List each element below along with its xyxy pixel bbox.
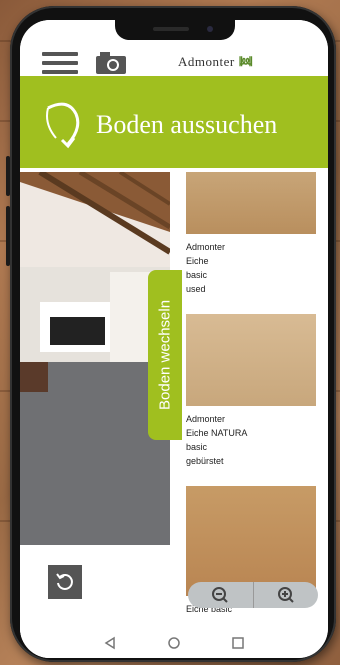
camera-icon[interactable] (96, 52, 126, 74)
home-button[interactable] (167, 636, 181, 650)
floor-brand: Admonter (186, 242, 226, 252)
change-floor-tab[interactable]: Boden wechseln (148, 270, 182, 440)
floor-item[interactable]: Admonter Eiche basic used (186, 172, 328, 296)
zoom-out-icon (212, 587, 228, 603)
floor-wood: Eiche (186, 256, 209, 266)
rotate-ccw-icon (56, 573, 73, 590)
floor-grade: basic (186, 442, 208, 452)
zoom-in-button[interactable] (252, 582, 319, 608)
system-nav-bar (20, 628, 328, 658)
floor-brand: Admonter (186, 414, 226, 424)
volume-button (6, 156, 10, 196)
reset-button[interactable] (48, 565, 82, 599)
floor-finish: gebürstet (186, 456, 224, 466)
floor-grade: basic (186, 270, 208, 280)
floor-swatch[interactable] (186, 486, 316, 596)
brand-logo: Admonter ꔞ (178, 54, 253, 70)
floor-finish: used (186, 284, 206, 294)
square-recents-icon (232, 637, 244, 649)
zoom-in-icon (277, 587, 294, 603)
circle-home-icon (168, 637, 180, 649)
triangle-back-icon (104, 636, 115, 650)
front-camera-icon (207, 26, 213, 32)
floor-item[interactable]: Admonter Eiche NATURA basic gebürstet (186, 314, 328, 468)
choose-floor-banner: Boden aussuchen (20, 76, 328, 168)
floor-swatch[interactable] (186, 172, 316, 234)
hamburger-icon[interactable] (42, 52, 78, 74)
speaker-icon (153, 27, 189, 31)
zoom-control (188, 582, 318, 608)
curved-arrow-icon (46, 102, 80, 149)
floor-label: Admonter Eiche basic used (186, 240, 328, 296)
brand-text: Admonter (178, 54, 235, 69)
back-button[interactable] (103, 636, 117, 650)
app-screen: Admonter ꔞ Boden aussuchen Boden wechseln (20, 20, 328, 658)
banner-title: Boden aussuchen (96, 110, 278, 139)
recents-button[interactable] (231, 636, 245, 650)
phone-notch (115, 20, 235, 40)
brand-mark: ꔞ (238, 54, 254, 69)
floor-label: Admonter Eiche NATURA basic gebürstet (186, 412, 328, 468)
floor-wood: Eiche NATURA (186, 428, 248, 438)
zoom-out-button[interactable] (188, 582, 253, 608)
volume-button (6, 206, 10, 266)
floor-swatch[interactable] (186, 314, 316, 406)
change-floor-label: Boden wechseln (156, 299, 174, 411)
